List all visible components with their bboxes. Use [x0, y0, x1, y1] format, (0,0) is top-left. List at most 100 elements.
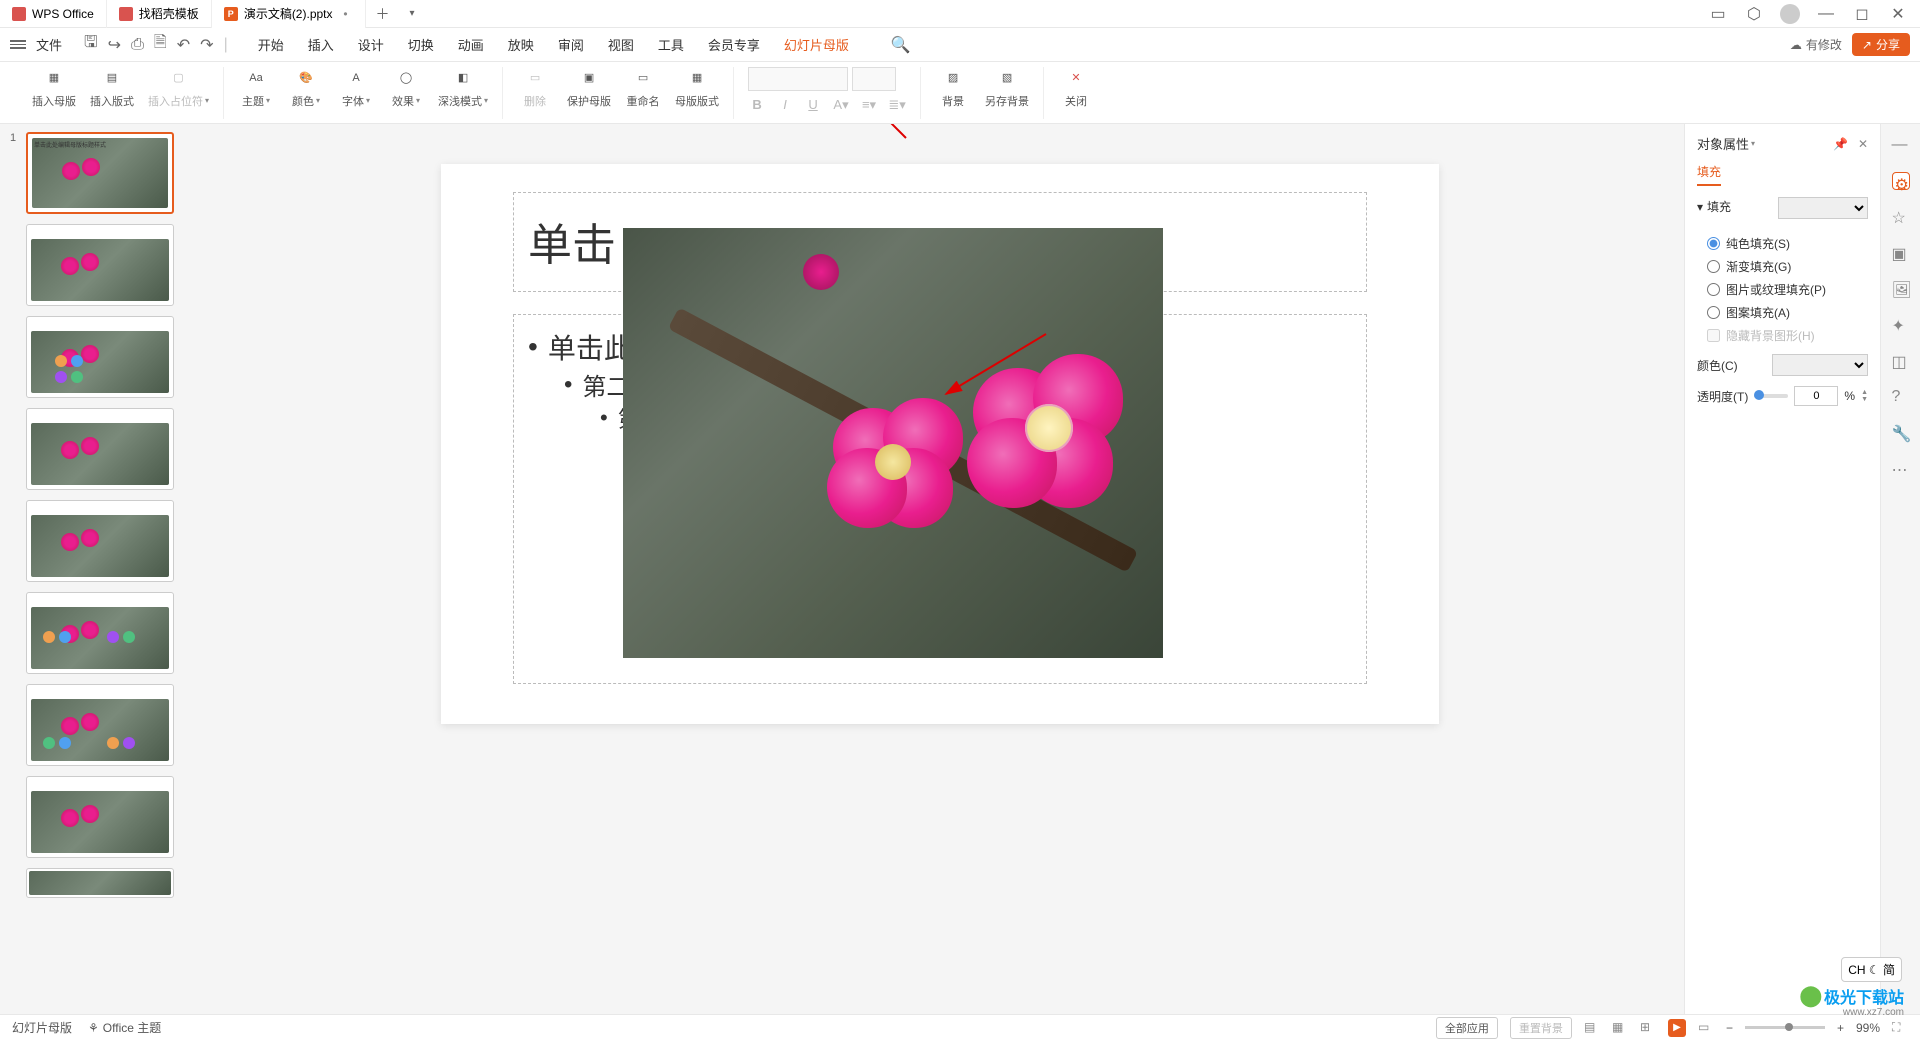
normal-view-icon[interactable]: ▦	[1612, 1020, 1628, 1036]
help-icon[interactable]: ?	[1892, 388, 1910, 406]
ime-indicator[interactable]: CH ☾ 简	[1841, 957, 1902, 982]
fill-solid-radio[interactable]: 纯色填充(S)	[1707, 235, 1868, 252]
zoom-slider[interactable]	[1745, 1026, 1825, 1029]
star-icon[interactable]: ☆	[1892, 208, 1910, 226]
tab-member[interactable]: 会员专享	[708, 35, 760, 54]
undo-icon[interactable]: ↶	[177, 35, 190, 55]
thumbnail-panel[interactable]: 1 单击此处编辑母版标题样式 单击此处编辑母版标题样式 单击此处编辑母版标题样式	[0, 124, 196, 1014]
panel-tab-fill[interactable]: 填充	[1697, 163, 1721, 186]
cube-icon[interactable]: ⬡	[1744, 4, 1764, 24]
reset-bg-button[interactable]: 重置背景	[1510, 1017, 1572, 1039]
hamburger-icon[interactable]	[10, 40, 26, 49]
fit-window-icon[interactable]: ⛶	[1892, 1020, 1908, 1036]
font-combo[interactable]	[748, 67, 848, 91]
tab-play[interactable]: 放映	[508, 35, 534, 54]
zoom-in-button[interactable]: +	[1837, 1021, 1844, 1035]
bullets-button[interactable]: ≡▾	[860, 97, 878, 113]
color-combo[interactable]	[1772, 354, 1868, 376]
pin-icon[interactable]: 📌	[1833, 137, 1848, 151]
layout-thumbnail[interactable]	[26, 592, 174, 674]
dark-mode-button[interactable]: ◧深浅模式▾	[438, 67, 488, 109]
export-icon[interactable]: ↪	[108, 35, 121, 55]
close-panel-icon[interactable]: ✕	[1858, 137, 1868, 151]
numbering-button[interactable]: ≣▾	[888, 97, 906, 113]
tab-templates[interactable]: 找稻壳模板	[107, 0, 212, 28]
tab-transition[interactable]: 切换	[408, 35, 434, 54]
insert-master-button[interactable]: ▦插入母版	[32, 67, 76, 109]
print-icon[interactable]: ⎙	[131, 36, 144, 54]
tab-menu-button[interactable]: ▾	[400, 8, 425, 19]
file-menu[interactable]: 文件	[36, 35, 68, 54]
save-background-button[interactable]: ▧另存背景	[985, 67, 1029, 109]
print-preview-icon[interactable]: 🗎	[154, 31, 167, 58]
close-master-button[interactable]: ✕关闭	[1058, 67, 1094, 109]
transparency-slider[interactable]	[1754, 394, 1788, 398]
has-changes-button[interactable]: ☁有修改	[1790, 36, 1842, 53]
maximize-button[interactable]: ◻	[1852, 4, 1872, 24]
more-icon[interactable]: ⋯	[1892, 460, 1910, 478]
protect-master-button[interactable]: ▣保护母版	[567, 67, 611, 109]
theme-button[interactable]: Aa主题▾	[238, 67, 274, 109]
tab-tools[interactable]: 工具	[658, 35, 684, 54]
slideshow-button[interactable]: ▶	[1668, 1019, 1686, 1037]
settings-icon[interactable]: ⚙	[1892, 172, 1910, 190]
tab-animation[interactable]: 动画	[458, 35, 484, 54]
layout-thumbnail[interactable]	[26, 408, 174, 490]
close-window-button[interactable]: ✕	[1888, 4, 1908, 24]
fill-picture-radio[interactable]: 图片或纹理填充(P)	[1707, 281, 1868, 298]
master-layout-button[interactable]: ▦母版版式	[675, 67, 719, 109]
fill-gradient-radio[interactable]: 渐变填充(G)	[1707, 258, 1868, 275]
image-icon[interactable]: 🖼	[1892, 280, 1910, 298]
tab-insert[interactable]: 插入	[308, 35, 334, 54]
layout-thumbnail[interactable]: 单击此处编辑母版标题样式	[26, 500, 174, 582]
zoom-level[interactable]: 99%	[1856, 1021, 1880, 1035]
zoom-out-button[interactable]: −	[1726, 1021, 1733, 1035]
minimize-button[interactable]: —	[1816, 4, 1836, 24]
user-avatar[interactable]	[1780, 4, 1800, 24]
insert-layout-button[interactable]: ▤插入版式	[90, 67, 134, 109]
bold-button[interactable]: B	[748, 97, 766, 112]
layout-thumbnail[interactable]	[26, 868, 174, 898]
apply-all-button[interactable]: 全部应用	[1436, 1017, 1498, 1039]
tab-start[interactable]: 开始	[258, 35, 284, 54]
slide-master[interactable]: 单击 单击此 第二 第	[441, 164, 1439, 724]
slide-canvas[interactable]: 单击 单击此 第二 第	[196, 124, 1684, 1014]
tab-slide-master[interactable]: 幻灯片母版	[784, 35, 849, 54]
fill-pattern-radio[interactable]: 图案填充(A)	[1707, 304, 1868, 321]
crop-icon[interactable]: ◫	[1892, 352, 1910, 370]
save-icon[interactable]: 🖫	[84, 31, 98, 58]
new-tab-button[interactable]: ＋	[366, 4, 400, 24]
italic-button[interactable]: I	[776, 97, 794, 112]
underline-button[interactable]: U	[804, 97, 822, 112]
collapse-icon[interactable]: —	[1892, 136, 1910, 154]
layers-icon[interactable]: ▣	[1892, 244, 1910, 262]
layout-thumbnail[interactable]: 单击此处编辑母版标题样式	[26, 224, 174, 306]
font-color-button[interactable]: A▾	[832, 97, 850, 113]
search-icon[interactable]: 🔍	[891, 35, 911, 55]
window-snap-icon[interactable]: ▭	[1708, 4, 1728, 24]
tab-review[interactable]: 审阅	[558, 35, 584, 54]
color-button[interactable]: 🎨颜色▾	[288, 67, 324, 109]
transparency-input[interactable]	[1794, 386, 1838, 406]
notes-view-icon[interactable]: ▤	[1584, 1020, 1600, 1036]
tab-design[interactable]: 设计	[358, 35, 384, 54]
background-button[interactable]: ▨背景	[935, 67, 971, 109]
tab-presentation[interactable]: P演示文稿(2).pptx•	[212, 0, 366, 28]
master-thumbnail[interactable]: 单击此处编辑母版标题样式	[26, 132, 174, 214]
spinner-down[interactable]: ▼	[1861, 396, 1868, 403]
share-button[interactable]: ↗分享	[1852, 33, 1910, 56]
tab-view[interactable]: 视图	[608, 35, 634, 54]
sorter-view-icon[interactable]: ⊞	[1640, 1020, 1656, 1036]
layout-thumbnail[interactable]	[26, 684, 174, 766]
toolbox-icon[interactable]: 🔧	[1892, 424, 1910, 442]
rename-button[interactable]: ▭重命名	[625, 67, 661, 109]
effect-button[interactable]: ◯效果▾	[388, 67, 424, 109]
tab-wps[interactable]: WPS Office	[0, 0, 107, 28]
size-combo[interactable]	[852, 67, 896, 91]
font-button[interactable]: A字体▾	[338, 67, 374, 109]
fill-type-combo[interactable]	[1778, 197, 1868, 219]
redo-icon[interactable]: ↷	[200, 35, 213, 55]
reading-view-icon[interactable]: ▭	[1698, 1020, 1714, 1036]
layout-thumbnail[interactable]	[26, 316, 174, 398]
layout-thumbnail[interactable]	[26, 776, 174, 858]
